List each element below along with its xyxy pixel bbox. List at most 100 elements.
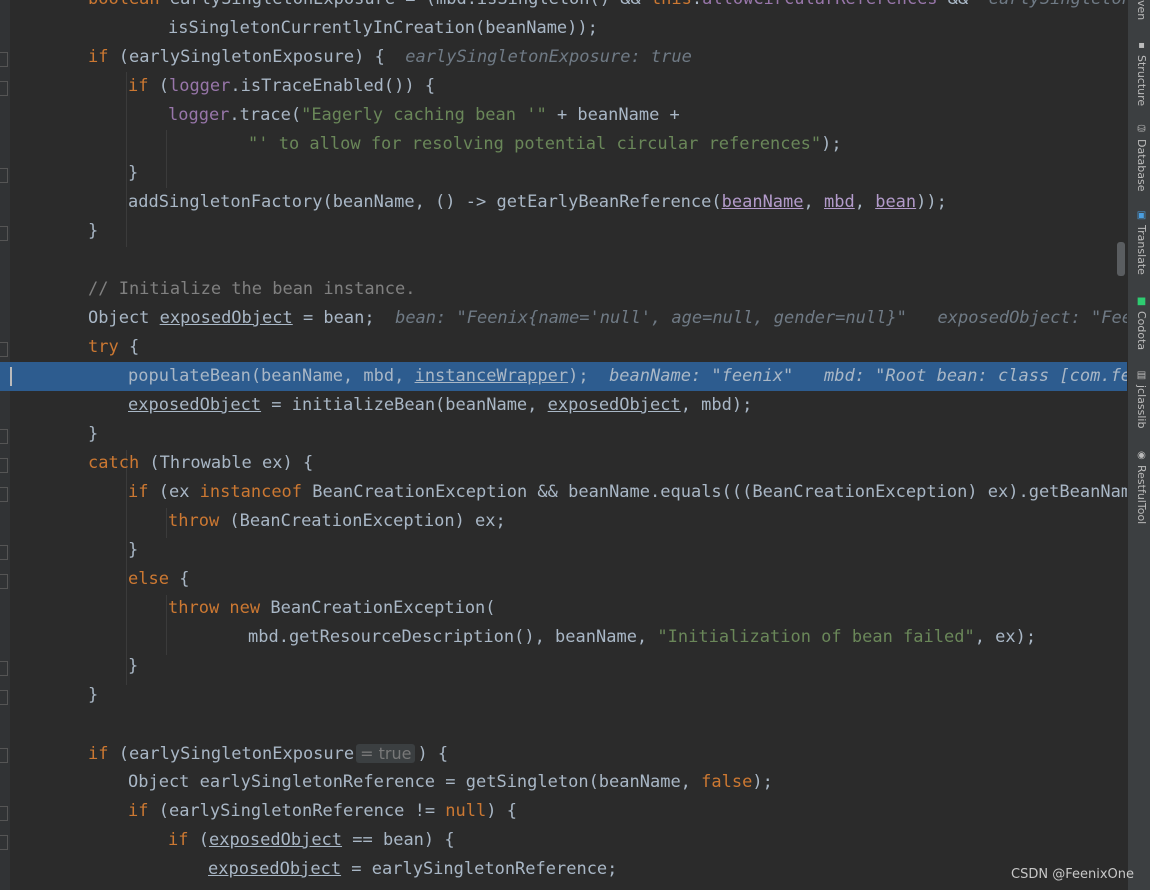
code-line[interactable]: // Initialize the bean instance. — [0, 275, 1127, 304]
keyword: throw new — [168, 598, 261, 618]
code-text: { — [118, 337, 140, 357]
code-line[interactable]: catch (Throwable ex) { — [0, 449, 1127, 478]
code-editor[interactable]: boolean earlySingletonExposure = (mbd.is… — [0, 0, 1127, 890]
code-text: populateBean(beanName, mbd, — [128, 366, 415, 386]
code-text: = initializeBean(beanName, — [261, 395, 548, 415]
debug-value-hint: beanName: "feenix" mbd: "Root bean: clas… — [609, 366, 1127, 386]
code-line[interactable]: if (ex instanceof BeanCreationException … — [0, 478, 1127, 507]
code-text: } — [88, 424, 99, 444]
code-line[interactable]: isSingletonCurrentlyInCreation(beanName)… — [0, 14, 1127, 43]
code-text: , mbd); — [680, 395, 753, 415]
translate-icon: ▣ — [1136, 210, 1147, 221]
tool-window-label: Translate — [1135, 225, 1148, 275]
code-line[interactable]: if (logger.isTraceEnabled()) { — [0, 72, 1127, 101]
tool-window-label: Database — [1135, 139, 1148, 192]
code-line[interactable]: if (earlySingletonExposure) { earlySingl… — [0, 43, 1127, 72]
jclasslib-icon: ▤ — [1136, 370, 1147, 381]
watermark: CSDN @FeenixOne — [1011, 867, 1134, 882]
code-line[interactable]: else { — [0, 565, 1127, 594]
keyword: if — [88, 744, 109, 764]
editor-scrollbar-thumb[interactable] — [1117, 242, 1125, 276]
code-line[interactable]: boolean earlySingletonExposure = (mbd.is… — [0, 0, 1127, 14]
code-text: (ex — [148, 482, 200, 502]
code-text: && — [938, 0, 989, 9]
code-text: } — [88, 221, 99, 241]
code-line[interactable]: if (earlySingletonExposure = true) { — [0, 739, 1127, 768]
code-line[interactable]: if (earlySingletonReference != null) { — [0, 797, 1127, 826]
code-text: == bean) { — [342, 830, 455, 850]
tool-window-jclasslib[interactable]: ▤ jclasslib — [1130, 370, 1148, 428]
code-text: } — [128, 656, 139, 676]
keyword: if — [128, 76, 149, 96]
reassigned-variable: exposedObject — [128, 395, 262, 415]
code-text: ( — [148, 76, 169, 96]
code-line[interactable]: try { — [0, 333, 1127, 362]
string-literal: "Eagerly caching bean '" — [301, 105, 547, 125]
tool-window-label: Structure — [1135, 55, 1148, 107]
keyword: try — [88, 337, 119, 357]
tool-window-codota[interactable]: ■ Codota — [1130, 296, 1148, 350]
code-text: mbd.getResourceDescription(), beanName, — [248, 627, 658, 647]
code-text: ); — [752, 772, 773, 792]
code-text: ( — [188, 830, 209, 850]
tool-window-label: Codota — [1135, 311, 1148, 351]
code-text: , ex); — [974, 627, 1037, 647]
code-text: + beanName + — [546, 105, 680, 125]
code-text: } — [88, 685, 99, 705]
lambda-captured-variable: bean — [875, 192, 917, 212]
code-line[interactable]: "' to allow for resolving potential circ… — [0, 130, 1127, 159]
keyword: else — [128, 569, 169, 589]
code-line[interactable]: throw new BeanCreationException( — [0, 594, 1127, 623]
code-text: addSingletonFactory(beanName, () -> getE… — [128, 192, 722, 212]
lambda-captured-variable: mbd — [824, 192, 855, 212]
code-line[interactable]: } — [0, 681, 1127, 710]
code-text: = earlySingletonReference; — [341, 859, 618, 879]
code-text: ) { — [417, 744, 449, 764]
keyword: this — [651, 0, 692, 9]
tool-window-label: ven — [1135, 0, 1148, 21]
code-line[interactable]: Object exposedObject = bean; bean: "Feen… — [0, 304, 1127, 333]
code-line[interactable]: mbd.getResourceDescription(), beanName, … — [0, 623, 1127, 652]
code-line[interactable]: if (exposedObject == bean) { — [0, 826, 1127, 855]
code-line[interactable]: } — [0, 159, 1127, 188]
tool-window-label: RestfulTool — [1135, 465, 1148, 525]
code-text: ); — [821, 134, 842, 154]
code-text: { — [168, 569, 190, 589]
code-text: ) { — [486, 801, 517, 821]
code-line[interactable]: } — [0, 217, 1127, 246]
code-line[interactable]: logger.trace("Eagerly caching bean '" + … — [0, 101, 1127, 130]
debug-value-hint: earlySingletonExposure: true — [405, 47, 692, 67]
code-line[interactable]: } — [0, 536, 1127, 565]
keyword: false — [701, 772, 753, 792]
string-literal: "Initialization of bean failed" — [657, 627, 975, 647]
code-text: (Throwable ex) { — [139, 453, 314, 473]
tool-window-translate[interactable]: ▣ Translate — [1130, 210, 1148, 275]
tool-window-maven[interactable]: ven — [1130, 0, 1148, 20]
code-line[interactable]: Object earlySingletonReference = getSing… — [0, 768, 1127, 797]
code-line[interactable]: throw (BeanCreationException) ex; — [0, 507, 1127, 536]
code-text: (BeanCreationException) ex; — [219, 511, 506, 531]
tool-window-database[interactable]: ⛁ Database — [1130, 124, 1148, 192]
field: logger — [168, 76, 231, 96]
code-comment: // Initialize the bean instance. — [88, 279, 416, 299]
code-text: . — [692, 0, 702, 9]
code-line[interactable]: } — [0, 652, 1127, 681]
code-text: BeanCreationException( — [260, 598, 496, 618]
codota-icon: ■ — [1136, 296, 1147, 307]
tool-window-structure[interactable]: ▪ Structure — [1130, 40, 1148, 106]
field: allowCircularReferences — [702, 0, 937, 9]
keyword: catch — [88, 453, 140, 473]
code-text: Object — [88, 308, 160, 328]
tool-window-restfultool[interactable]: ◉ RestfulTool — [1130, 450, 1148, 524]
code-text: ); — [568, 366, 610, 386]
keyword: if — [128, 482, 149, 502]
code-text: (earlySingletonExposure — [108, 744, 355, 764]
code-text: , — [854, 192, 876, 212]
code-line[interactable]: } — [0, 420, 1127, 449]
code-text: Object earlySingletonReference = getSing… — [128, 772, 702, 792]
code-line[interactable]: addSingletonFactory(beanName, () -> getE… — [0, 188, 1127, 217]
current-execution-line[interactable]: populateBean(beanName, mbd, instanceWrap… — [0, 362, 1127, 391]
reassigned-variable: instanceWrapper — [414, 366, 569, 386]
code-line[interactable]: exposedObject = earlySingletonReference; — [0, 855, 1127, 884]
code-line[interactable]: exposedObject = initializeBean(beanName,… — [0, 391, 1127, 420]
